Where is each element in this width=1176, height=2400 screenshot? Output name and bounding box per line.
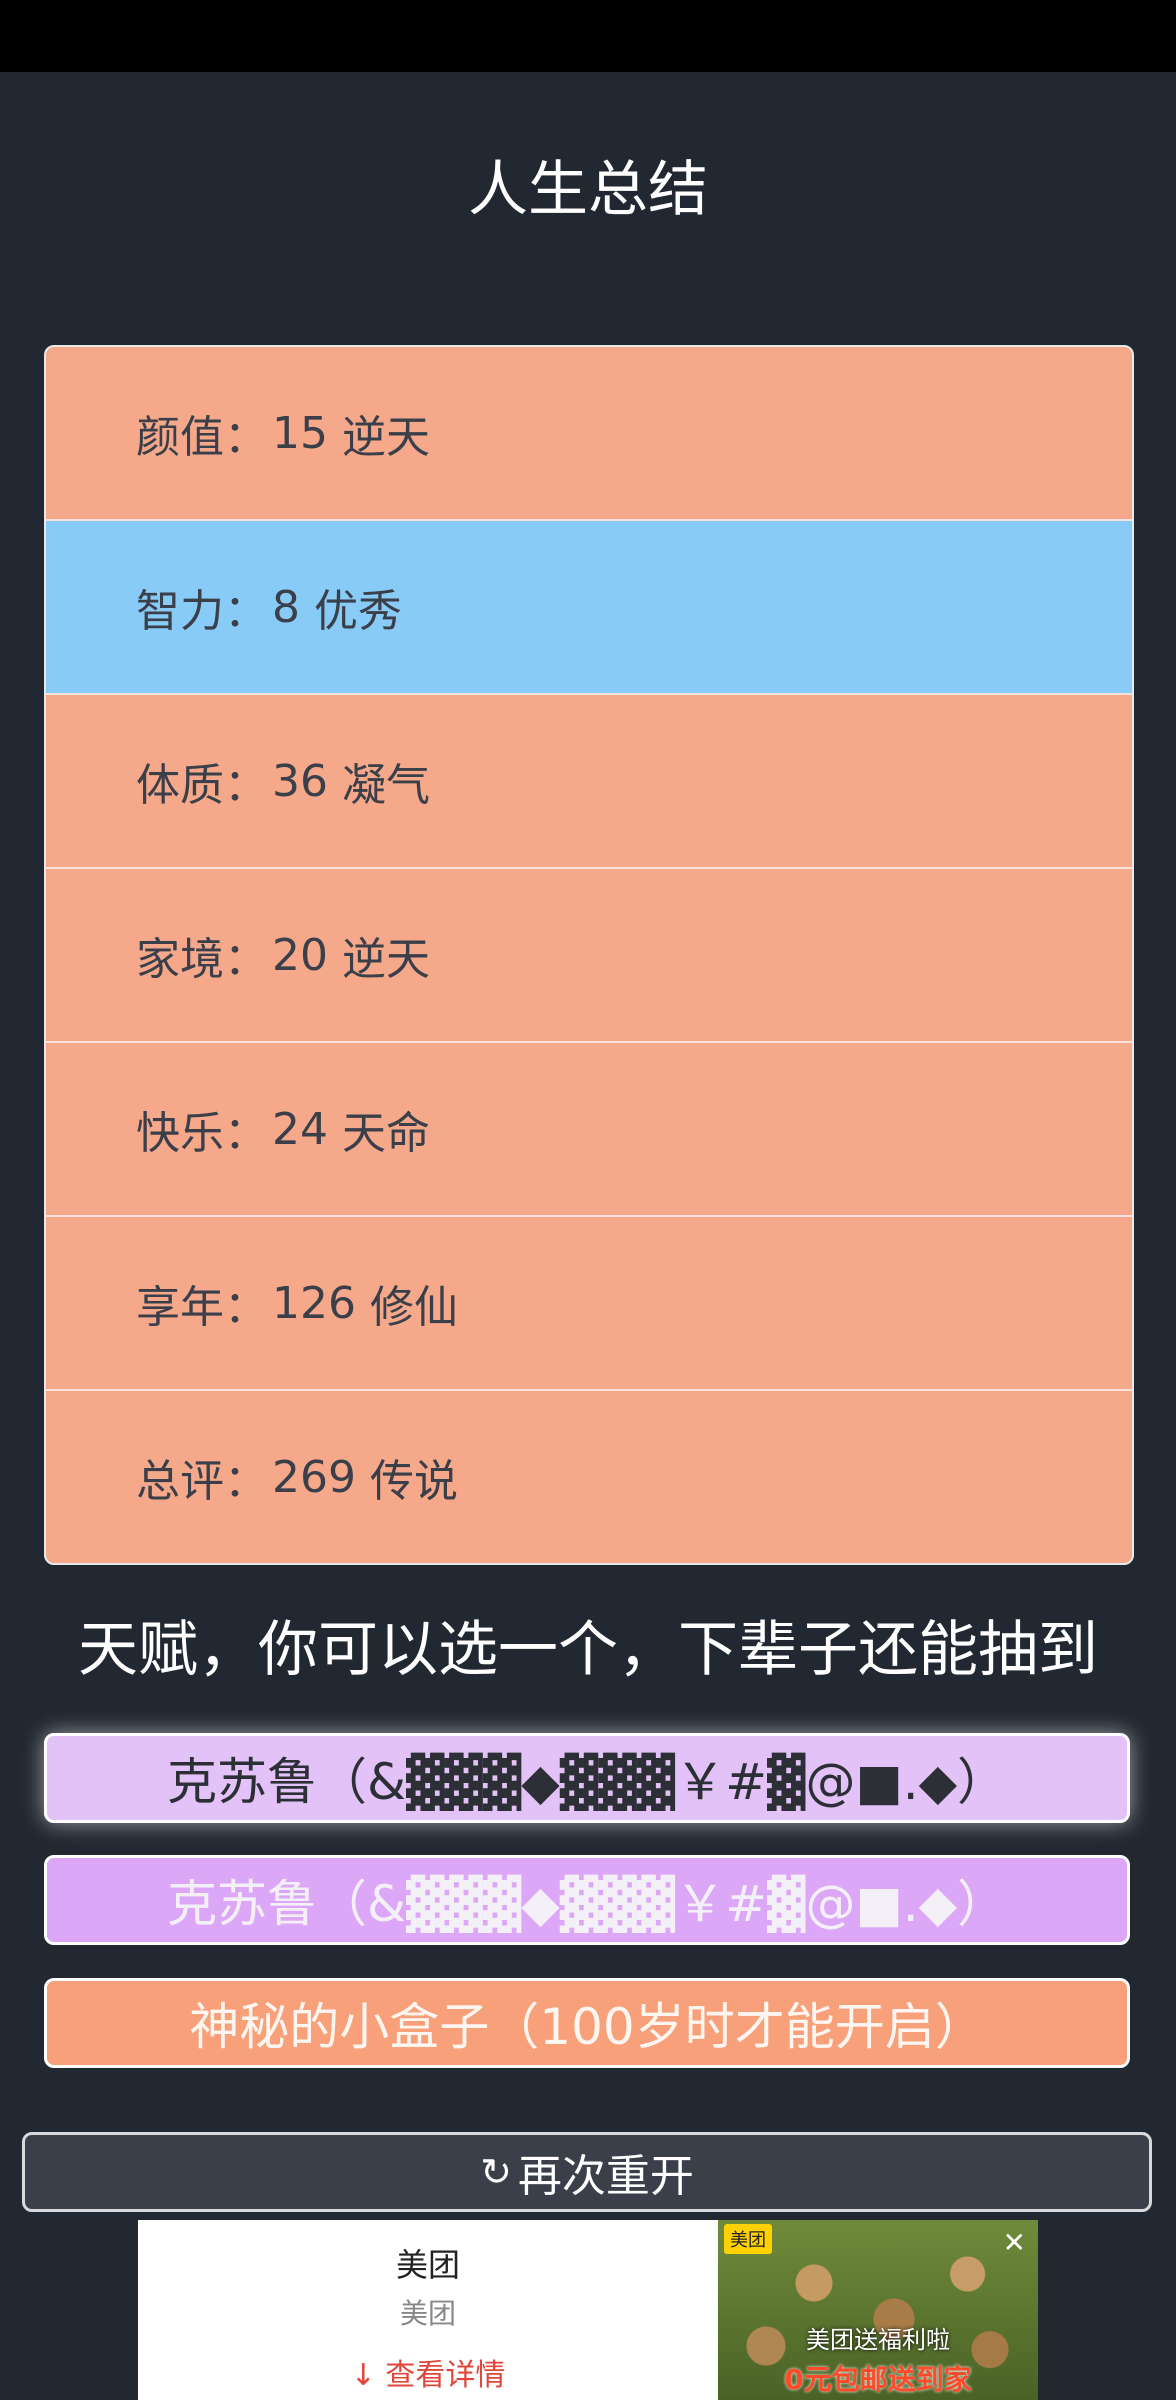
summary-row-overall: 总评 269 传说 [46, 1391, 1132, 1563]
summary-row-appearance: 颜值 15 逆天 [46, 347, 1132, 521]
ad-subtitle: 美团 [399, 2297, 456, 2330]
talent-title: 天赋，你可以选一个，下辈子还能抽到 [78, 1615, 1098, 1685]
summary-row-constitution: 体质 36 凝气 [46, 695, 1132, 869]
summary-label: 颜值 [136, 401, 268, 465]
summary-label: 享年 [136, 1271, 268, 1335]
ad-text-panel: 美团 美团 ↓ 查看详情 [138, 2220, 718, 2400]
ad-tag: 美团 [724, 2224, 772, 2254]
summary-label: 智力 [136, 575, 268, 639]
status-bar [0, 0, 1176, 72]
restart-button[interactable]: ↻ 再次重开 [22, 2132, 1152, 2212]
summary-grade: 天命 [342, 1108, 430, 1159]
summary-value: 126 [272, 1277, 356, 1329]
ad-banner[interactable]: 美团 美团 ↓ 查看详情 美团 ✕ 美团送福利啦 0元包邮送到家 [138, 2220, 1038, 2400]
summary-value: 269 [272, 1451, 356, 1503]
talent-option-2[interactable]: 克苏鲁（&▓▓▓◆▓▓▓￥#▓@■.◆） [44, 1855, 1130, 1945]
summary-row-lifespan: 享年 126 修仙 [46, 1217, 1132, 1391]
talent-option-1[interactable]: 克苏鲁（&▓▓▓◆▓▓▓￥#▓@■.◆） [44, 1733, 1130, 1823]
ad-caption: 美团送福利啦 [806, 2326, 950, 2354]
ad-image[interactable]: 美团 ✕ 美团送福利啦 0元包邮送到家 [718, 2220, 1038, 2400]
ad-detail-link[interactable]: ↓ 查看详情 [138, 2350, 718, 2394]
summary-value: 20 [272, 929, 328, 981]
ad-brand: 美团 [395, 2246, 460, 2284]
summary-label: 家境 [136, 923, 268, 987]
summary-grade: 传说 [369, 1456, 458, 1507]
summary-value: 36 [272, 755, 328, 807]
summary-label: 体质 [136, 749, 268, 813]
summary-value: 8 [272, 581, 300, 633]
summary-grade: 逆天 [342, 412, 430, 463]
summary-grade: 优秀 [314, 586, 402, 637]
restart-label: 再次重开 [517, 2151, 694, 2202]
summary-label: 快乐 [136, 1097, 268, 1161]
summary-label: 总评 [136, 1445, 268, 1509]
summary-value: 24 [272, 1103, 328, 1155]
summary-row-family: 家境 20 逆天 [46, 869, 1132, 1043]
summary-grade: 修仙 [369, 1282, 458, 1333]
refresh-icon: ↻ [480, 2150, 512, 2194]
page-title: 人生总结 [468, 155, 708, 225]
summary-row-happiness: 快乐 24 天命 [46, 1043, 1132, 1217]
close-icon[interactable]: ✕ [1003, 2226, 1026, 2259]
ad-detail-label: 查看详情 [385, 2358, 506, 2393]
talent-option-3[interactable]: 神秘的小盒子（100岁时才能开启） [44, 1978, 1130, 2068]
summary-list: 颜值 15 逆天 智力 8 优秀 体质 36 凝气 家境 20 逆天 快乐 24… [44, 345, 1134, 1565]
summary-row-intelligence: 智力 8 优秀 [46, 521, 1132, 695]
summary-value: 15 [272, 407, 328, 459]
ad-caption: 0元包邮送到家 [784, 2363, 972, 2396]
download-arrow-icon: ↓ [350, 2358, 376, 2393]
summary-grade: 逆天 [342, 934, 430, 985]
summary-grade: 凝气 [342, 760, 430, 811]
